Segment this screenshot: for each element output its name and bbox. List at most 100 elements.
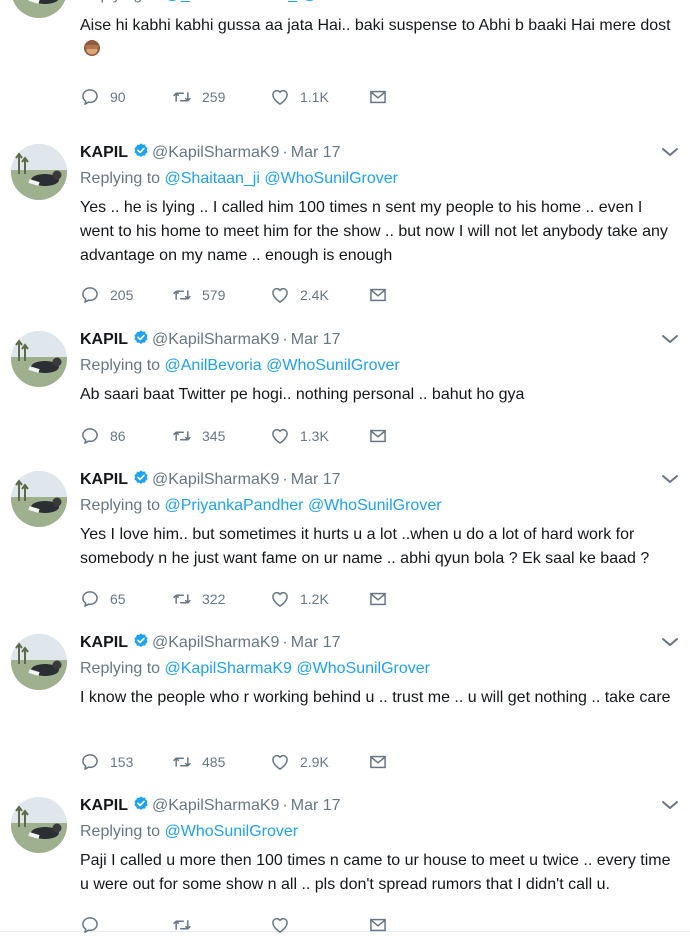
like-button[interactable] [270, 914, 350, 936]
mention-link[interactable]: @WhoSunilGrover [165, 823, 299, 840]
avatar[interactable] [11, 797, 67, 853]
author-handle[interactable]: @KapilSharmaK9 [152, 634, 279, 651]
mention-link[interactable]: @WhoSunilGrover [296, 660, 430, 677]
verified-badge-icon [132, 795, 150, 820]
like-button[interactable]: 1.2K [270, 588, 350, 610]
mention-link[interactable]: @_abraakadabra_ [165, 0, 298, 3]
author-handle[interactable]: @KapilSharmaK9 [152, 471, 279, 488]
direct-message-icon [368, 915, 388, 935]
replying-to: Replying to @Shaitaan_ji @WhoSunilGrover [80, 168, 398, 190]
author-name[interactable]: KAPIL [80, 331, 128, 348]
reply-icon [80, 915, 100, 935]
avatar[interactable] [11, 634, 67, 690]
retweet-button[interactable] [172, 914, 252, 936]
chevron-down-icon[interactable] [660, 797, 680, 813]
author-handle[interactable]: @KapilSharmaK9 [152, 144, 279, 161]
author-name[interactable]: KAPIL [80, 471, 128, 488]
mention-link[interactable]: @WhoSunilGrover [302, 0, 436, 3]
chevron-down-icon [660, 144, 680, 160]
replying-to: Replying to @_abraakadabra_ @WhoSunilGro… [80, 0, 435, 6]
mention-link[interactable]: @Shaitaan_ji [165, 170, 260, 187]
mention-link[interactable]: @PriyankaPandher [165, 497, 304, 514]
direct-message-icon [368, 752, 388, 772]
author-name[interactable]: KAPIL [80, 144, 128, 161]
chevron-down-icon[interactable] [660, 634, 680, 650]
reply-count: 86 [110, 428, 126, 444]
like-button[interactable]: 2.4K [270, 284, 350, 306]
tweet-text: Yes .. he is lying .. I called him 100 t… [80, 199, 668, 264]
retweet-button[interactable]: 345 [172, 425, 252, 447]
tweet[interactable]: Replying to @_abraakadabra_ @WhoSunilGro… [0, 0, 690, 129]
separator-dot: · [282, 331, 288, 348]
avatar-image [11, 144, 67, 200]
reply-count: 65 [110, 591, 126, 607]
retweet-button[interactable]: 579 [172, 284, 252, 306]
tweet[interactable]: KAPIL @KapilSharmaK9 · Mar 17 Replying to @K… [0, 618, 690, 782]
author-name[interactable]: KAPIL [80, 797, 128, 814]
reply-button[interactable]: 65 [80, 588, 160, 610]
chevron-down-icon[interactable] [660, 331, 680, 347]
like-count: 2.9K [300, 754, 329, 770]
reply-count: 205 [110, 287, 134, 303]
author-name[interactable]: KAPIL [80, 634, 128, 651]
like-icon [270, 87, 290, 107]
retweet-button[interactable]: 485 [172, 751, 252, 773]
tweet-text: Ab saari baat Twitter pe hogi.. nothing … [80, 386, 525, 403]
reply-button[interactable]: 205 [80, 284, 160, 306]
tweet-date[interactable]: Mar 17 [291, 331, 341, 348]
mention-link[interactable]: @WhoSunilGrover [266, 357, 400, 374]
retweet-button[interactable]: 259 [172, 86, 252, 108]
direct-message-button[interactable] [368, 914, 390, 936]
tweet[interactable]: KAPIL @KapilSharmaK9 · Mar 17 Replying to @W… [0, 781, 690, 932]
verified-badge-icon [132, 142, 150, 160]
verified-badge-icon [132, 632, 150, 650]
mention-link[interactable]: @WhoSunilGrover [308, 497, 442, 514]
tweet-header: KAPIL @KapilSharmaK9 · Mar 17 [80, 632, 341, 654]
mention-link[interactable]: @KapilSharmaK9 [165, 660, 292, 677]
retweet-button[interactable]: 322 [172, 588, 252, 610]
tweet-date[interactable]: Mar 17 [291, 797, 341, 814]
like-button[interactable]: 2.9K [270, 751, 350, 773]
replying-to-label: Replying to [80, 0, 165, 3]
mention-link[interactable]: @WhoSunilGrover [264, 170, 398, 187]
reply-count: 90 [110, 89, 126, 105]
direct-message-button[interactable] [368, 86, 390, 108]
avatar[interactable] [11, 0, 67, 18]
avatar[interactable] [11, 331, 67, 387]
avatar[interactable] [11, 471, 67, 527]
tweet-date[interactable]: Mar 17 [291, 144, 341, 161]
chevron-down-icon[interactable] [660, 144, 680, 160]
direct-message-button[interactable] [368, 588, 390, 610]
tweet-actions: 153 485 2.9K [80, 751, 410, 773]
mention-link[interactable]: @AnilBevoria [165, 357, 262, 374]
direct-message-button[interactable] [368, 751, 390, 773]
verified-badge-icon [132, 632, 150, 657]
tweet[interactable]: KAPIL @KapilSharmaK9 · Mar 17 Replying to @S… [0, 128, 690, 316]
chevron-down-icon[interactable] [660, 471, 680, 487]
tweet[interactable]: KAPIL @KapilSharmaK9 · Mar 17 Replying to @A… [0, 315, 690, 456]
reply-icon [80, 87, 100, 107]
chevron-down-icon [660, 331, 680, 347]
tweet-date[interactable]: Mar 17 [291, 634, 341, 651]
verified-badge-icon [132, 469, 150, 494]
replying-to: Replying to @AnilBevoria @WhoSunilGrover [80, 355, 400, 377]
tweet[interactable]: KAPIL @KapilSharmaK9 · Mar 17 Replying to @P… [0, 455, 690, 619]
reply-button[interactable]: 90 [80, 86, 160, 108]
author-handle[interactable]: @KapilSharmaK9 [152, 797, 279, 814]
tweet-text: Paji I called u more then 100 times n ca… [80, 852, 671, 893]
avatar[interactable] [11, 144, 67, 200]
like-button[interactable]: 1.3K [270, 425, 350, 447]
reply-button[interactable]: 153 [80, 751, 160, 773]
tweet-header: KAPIL @KapilSharmaK9 · Mar 17 [80, 795, 341, 817]
separator-dot: · [282, 144, 288, 161]
replying-to-label: Replying to [80, 497, 165, 514]
direct-message-button[interactable] [368, 425, 390, 447]
reply-button[interactable] [80, 914, 160, 936]
direct-message-icon [368, 87, 388, 107]
like-button[interactable]: 1.1K [270, 86, 350, 108]
author-handle[interactable]: @KapilSharmaK9 [152, 331, 279, 348]
direct-message-button[interactable] [368, 284, 390, 306]
reply-button[interactable]: 86 [80, 425, 160, 447]
tweet-date[interactable]: Mar 17 [291, 471, 341, 488]
tweet-actions: 90 259 1.1K [80, 86, 410, 108]
